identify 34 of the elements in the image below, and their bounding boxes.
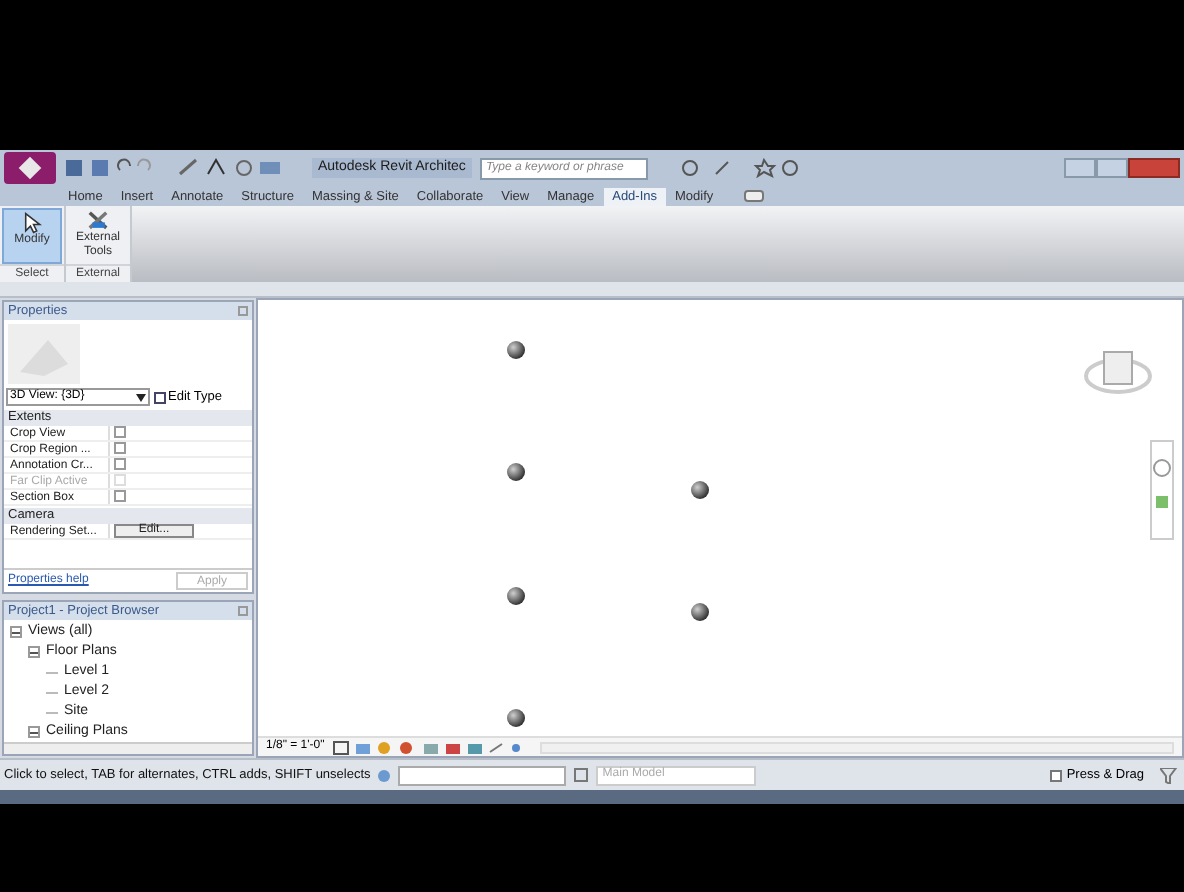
worksharing-icon[interactable] xyxy=(378,769,391,781)
press-drag-checkbox[interactable] xyxy=(1050,769,1063,781)
filter-icon[interactable] xyxy=(1160,767,1180,783)
maximize-button[interactable] xyxy=(1096,158,1128,178)
collapse-toggle[interactable] xyxy=(10,626,22,638)
checkbox[interactable] xyxy=(114,458,126,471)
sphere-marker xyxy=(506,340,526,360)
workset-dropdown[interactable] xyxy=(398,765,567,785)
close-icon[interactable] xyxy=(238,606,248,616)
horizontal-scrollbar[interactable] xyxy=(4,742,252,754)
checkbox[interactable] xyxy=(114,490,126,503)
sphere-marker xyxy=(506,708,526,728)
minimize-button[interactable] xyxy=(1064,158,1096,178)
sphere-marker xyxy=(690,602,710,622)
close-icon[interactable] xyxy=(238,306,248,316)
checkbox[interactable] xyxy=(114,426,126,439)
info-center-icon[interactable] xyxy=(679,158,800,178)
ribbon-minimize-icon[interactable] xyxy=(743,190,764,202)
navigation-bar-icon[interactable] xyxy=(1150,440,1174,540)
collapse-toggle[interactable] xyxy=(28,646,40,658)
quick-access-toolbar-icon[interactable] xyxy=(64,158,284,178)
sphere-marker xyxy=(690,480,710,500)
sphere-marker xyxy=(506,462,526,482)
checkbox[interactable] xyxy=(114,442,126,455)
collapse-toggle[interactable] xyxy=(28,726,40,738)
close-button[interactable] xyxy=(1128,158,1180,178)
app-menu-button[interactable] xyxy=(4,152,56,184)
cursor-icon xyxy=(22,212,42,234)
view-control-icons[interactable] xyxy=(332,739,525,755)
editable-icon[interactable] xyxy=(574,768,589,782)
tools-icon xyxy=(84,210,112,232)
sphere-marker xyxy=(506,586,526,606)
dropdown-caret-icon[interactable] xyxy=(136,393,146,402)
horizontal-scrollbar[interactable] xyxy=(540,741,1174,753)
